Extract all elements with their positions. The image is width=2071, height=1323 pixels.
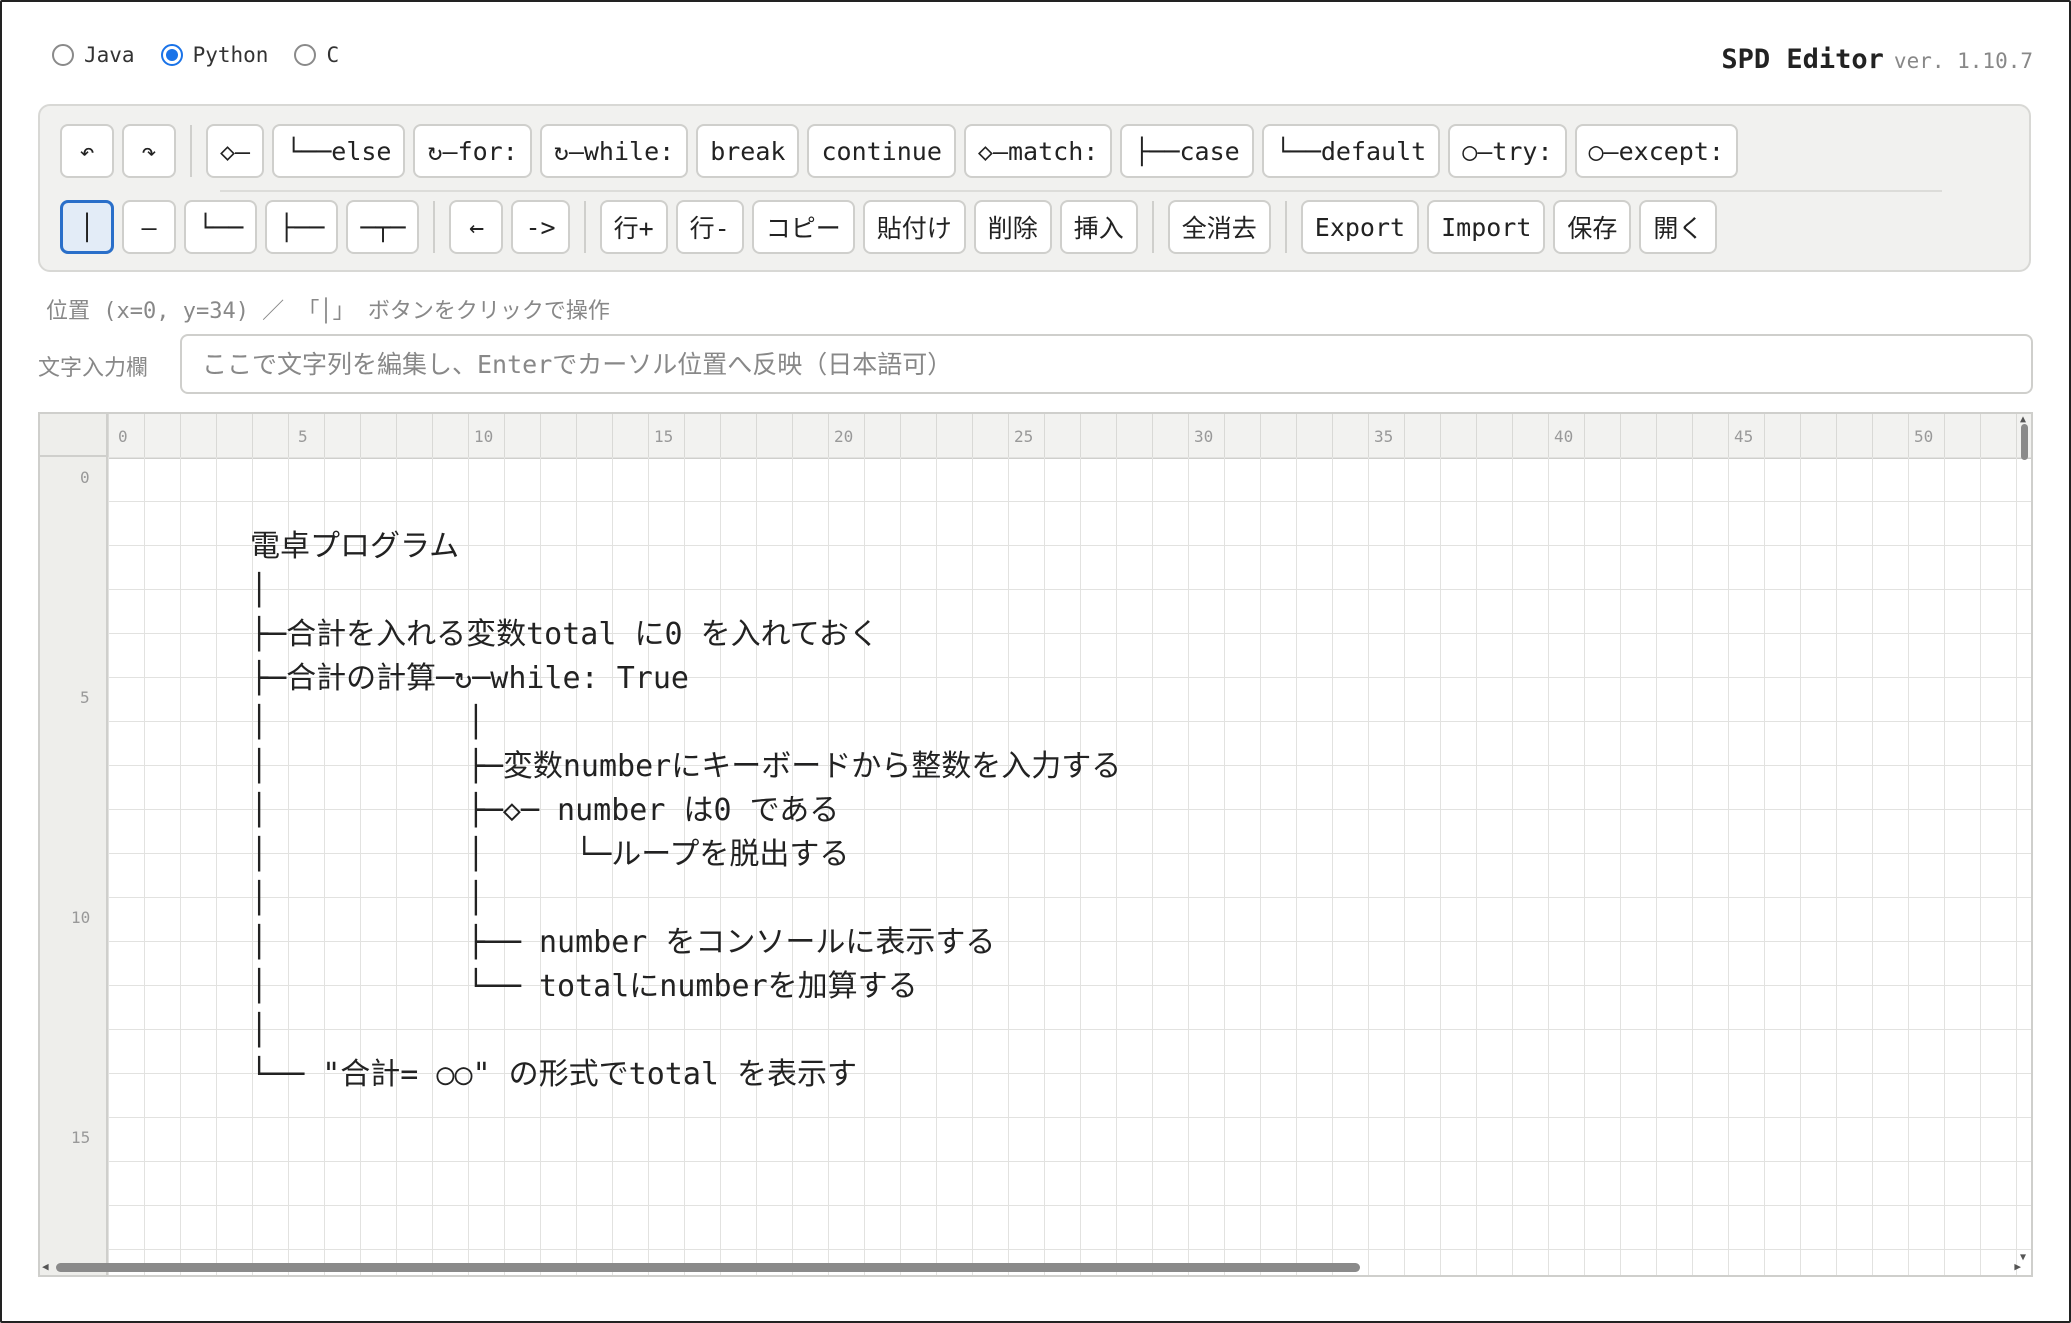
continue-button[interactable]: continue [807,124,956,178]
for-button[interactable]: ↻―for: [413,124,532,178]
default-button[interactable]: └──default [1261,124,1441,178]
radio-java-label: Java [84,43,135,67]
column-tick: 50 [1914,427,1934,446]
column-tick: 45 [1734,427,1754,446]
spd-diagram-text[interactable]: 電卓プログラム │ ├─合計を入れる変数total に0 を入れておく ├─合計… [250,525,1121,1097]
vertical-scroll-thumb[interactable] [2021,424,2028,460]
else-button[interactable]: └──else [272,124,406,178]
toolbar: ↶ ↷ ◇― └──else ↻―for: ↻―while: break con… [38,104,2031,272]
try-button[interactable]: ○―try: [1448,124,1567,178]
column-tick: 15 [654,427,674,446]
radio-c-label: C [326,43,340,67]
case-button[interactable]: ├──case [1120,124,1254,178]
scroll-right-icon[interactable]: ▶ [2014,1260,2021,1273]
vertical-scrollbar[interactable]: ▲ ▼ [2019,414,2029,1263]
editor-grid[interactable]: 電卓プログラム │ ├─合計を入れる変数total に0 を入れておく ├─合計… [108,457,2031,1275]
ruler-corner [40,414,108,457]
app-brand: SPD Editor ver. 1.10.7 [1721,44,2033,75]
toolbar-row-control: ↶ ↷ ◇― └──else ↻―for: ↻―while: break con… [60,124,1738,178]
copy-button[interactable]: コピー [751,200,855,254]
radio-python-indicator[interactable] [160,44,183,66]
toolbar-separator [433,201,436,253]
open-button[interactable]: 開く [1639,200,1718,254]
column-ruler: 0 5 10 15 20 25 30 35 40 45 50 [108,414,2031,459]
radio-c-indicator[interactable] [294,44,317,66]
column-tick: 40 [1554,427,1574,446]
vline-button[interactable]: │ [60,200,114,254]
match-button[interactable]: ◇―match: [963,124,1113,178]
horizontal-scrollbar[interactable]: ◀ ▶ [40,1259,2031,1275]
language-selector: Java Python C [52,43,339,67]
row-tick: 15 [71,1128,91,1147]
toolbar-separator [190,125,192,177]
column-tick: 30 [1194,427,1214,446]
column-tick: 35 [1374,427,1394,446]
text-input-field[interactable] [180,334,2033,394]
spd-editor[interactable]: 0 5 10 15 20 25 30 35 40 45 50 0 5 10 15… [38,412,2033,1277]
column-tick: 25 [1014,427,1034,446]
column-tick: 10 [474,427,494,446]
row-tick: 5 [80,688,90,707]
radio-python-label: Python [192,43,269,67]
insert-button[interactable]: 挿入 [1059,200,1138,254]
row-tick: 0 [80,468,90,487]
toolbar-separator [583,201,586,253]
text-input-label: 文字入力欄 [38,356,149,381]
app-version: ver. 1.10.7 [1893,49,2033,73]
redo-button[interactable]: ↷ [122,124,176,178]
horizontal-scroll-thumb[interactable] [56,1263,1360,1272]
toolbar-separator [1151,201,1154,253]
if-button[interactable]: ◇― [206,124,265,178]
hline-button[interactable]: ― [122,200,176,254]
import-button[interactable]: Import [1427,200,1546,254]
delete-button[interactable]: 削除 [973,200,1052,254]
app-title: SPD Editor [1721,44,1884,75]
while-button[interactable]: ↻―while: [539,124,689,178]
save-button[interactable]: 保存 [1553,200,1632,254]
toolbar-separator [1284,201,1287,253]
break-button[interactable]: break [696,124,800,178]
row-tick: 10 [71,908,91,927]
scroll-left-icon[interactable]: ◀ [42,1260,49,1273]
except-button[interactable]: ○―except: [1574,124,1738,178]
export-button[interactable]: Export [1300,200,1420,254]
radio-java-indicator[interactable] [52,44,74,66]
corner-button[interactable]: └── [184,200,258,254]
row-delete-button[interactable]: 行- [675,200,744,254]
tee-button[interactable]: ├── [265,200,339,254]
radio-python[interactable]: Python [160,43,269,67]
column-tick: 5 [298,427,308,446]
row-add-button[interactable]: 行+ [599,200,668,254]
row-ruler: 0 5 10 15 [40,457,108,1275]
move-right-button[interactable]: -> [511,200,570,254]
column-tick: 20 [834,427,854,446]
status-hint: 位置 (x=0, y=34) ／ 「│」 ボタンをクリックで操作 [46,299,610,324]
toolbar-row-divider [220,190,1942,192]
cross-button[interactable]: ─┬─ [346,200,420,254]
undo-button[interactable]: ↶ [60,124,114,178]
radio-c[interactable]: C [294,43,339,67]
clear-all-button[interactable]: 全消去 [1167,200,1271,254]
column-tick: 0 [118,427,128,446]
paste-button[interactable]: 貼付け [862,200,966,254]
toolbar-row-edit: │ ― └── ├── ─┬─ ← -> 行+ 行- コピー 貼付け 削除 挿入… [60,200,1718,254]
move-left-button[interactable]: ← [449,200,504,254]
radio-java[interactable]: Java [52,43,135,67]
